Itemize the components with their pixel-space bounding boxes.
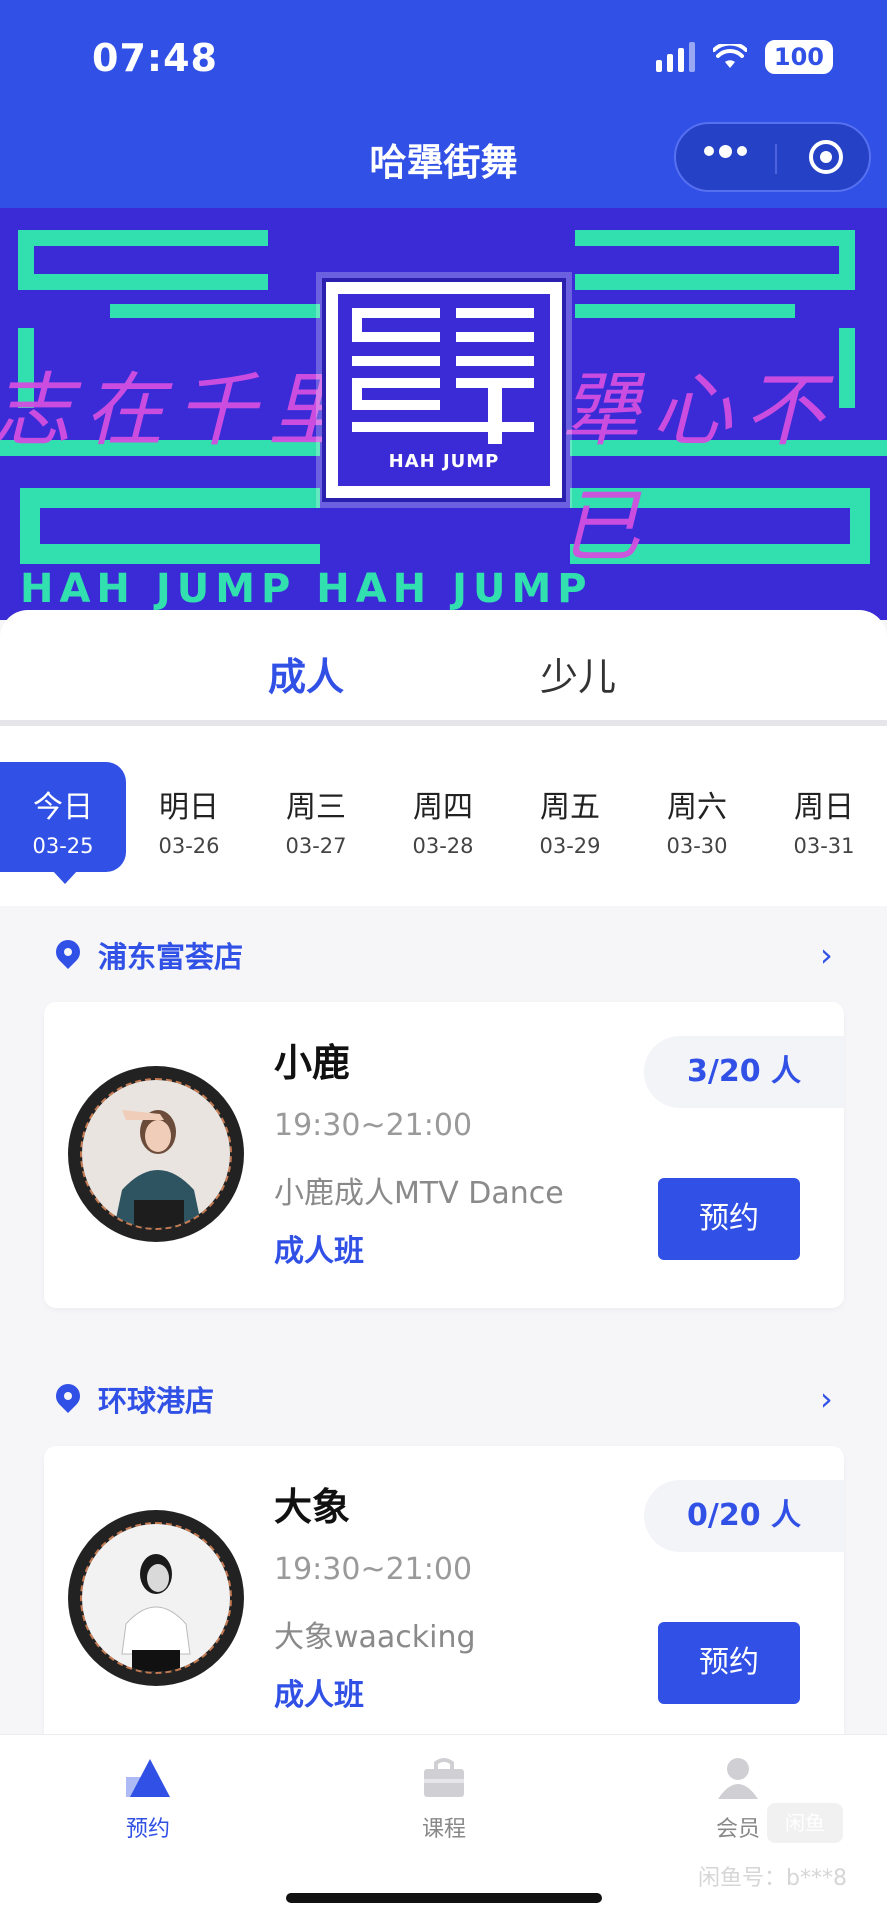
course-bag-icon — [424, 1758, 464, 1797]
status-icons: 100 — [655, 40, 833, 74]
class-card[interactable]: 大象 19:30~21:00 大象waacking 成人班 0/20 人 预约 — [44, 1446, 844, 1752]
chevron-right-icon[interactable]: › — [820, 1380, 833, 1418]
class-type: 成人班 — [274, 1678, 364, 1713]
date-value: 03-25 — [32, 834, 94, 858]
class-type: 成人班 — [274, 1234, 364, 1269]
book-button[interactable]: 预约 — [658, 1622, 800, 1704]
date-weekday: 周三 — [286, 790, 346, 825]
date-weekday: 周四 — [413, 790, 473, 825]
member-icon — [718, 1758, 758, 1799]
close-target-icon[interactable] — [809, 140, 843, 174]
book-button[interactable]: 预约 — [658, 1178, 800, 1260]
wifi-icon — [712, 44, 747, 68]
banner-bottom-text: HAH JUMP HAH JUMP — [20, 566, 593, 612]
selected-date-pointer — [52, 870, 78, 884]
watermark-text: 闲鱼号：b***8 — [698, 1866, 847, 1891]
enrollment-count: 3/20 人 — [644, 1036, 844, 1108]
date-fri[interactable]: 周五 03-29 — [507, 782, 633, 858]
date-weekday: 今日 — [33, 790, 93, 825]
class-name: 小鹿成人MTV Dance — [274, 1176, 564, 1211]
nav-label: 课程 — [421, 1817, 466, 1842]
date-weekday: 周六 — [667, 790, 727, 825]
logo-text: HAH JUMP — [388, 451, 500, 472]
booking-icon — [126, 1759, 170, 1797]
date-selector: 今日 03-25 明日 03-26 周三 03-27 周四 03-28 周五 0… — [0, 726, 887, 906]
mini-program-capsule — [674, 122, 871, 192]
date-weekday: 周日 — [794, 790, 854, 825]
slogan-right: 犟心不已 — [560, 364, 836, 573]
location-pin-icon — [51, 1379, 85, 1413]
store-name: 浦东富荟店 — [98, 940, 244, 974]
date-weekday: 明日 — [159, 790, 219, 825]
date-tomorrow[interactable]: 明日 03-26 — [126, 782, 252, 858]
watermark-badge: 闲鱼 — [767, 1803, 843, 1843]
capsule-divider — [775, 144, 777, 174]
location-pin-icon — [51, 935, 85, 969]
category-tabs: 成人 少儿 — [0, 610, 887, 728]
date-value: 03-30 — [666, 834, 728, 858]
date-sat[interactable]: 周六 03-30 — [634, 782, 760, 858]
date-today[interactable]: 今日 03-25 — [0, 782, 126, 858]
home-indicator[interactable] — [286, 1893, 602, 1903]
battery-indicator: 100 — [764, 40, 833, 74]
chevron-right-icon[interactable]: › — [820, 936, 833, 974]
date-sun[interactable]: 周日 03-31 — [761, 782, 887, 858]
tab-kids[interactable]: 少儿 — [540, 646, 616, 701]
date-value: 03-28 — [412, 834, 474, 858]
teacher-name: 大象 — [274, 1485, 351, 1529]
date-weekday: 周五 — [540, 790, 600, 825]
date-value: 03-26 — [158, 834, 220, 858]
app-header: 07:48 100 哈犟街舞 — [0, 0, 887, 208]
status-time: 07:48 — [92, 36, 218, 80]
date-thu[interactable]: 周四 03-28 — [380, 782, 506, 858]
date-value: 03-29 — [539, 834, 601, 858]
more-icon[interactable] — [704, 145, 747, 158]
class-name: 大象waacking — [274, 1620, 476, 1655]
brand-logo: HAH JUMP — [322, 278, 566, 502]
signal-icon — [655, 42, 695, 72]
date-value: 03-31 — [793, 834, 855, 858]
store-name: 环球港店 — [98, 1384, 215, 1418]
class-time: 19:30~21:00 — [274, 1108, 473, 1143]
slogan-left: 志在千里 — [0, 364, 360, 457]
hero-banner: 志在千里 犟心不已 HAH JUMP HAH JUMP HAH JUMP — [0, 208, 887, 620]
class-card[interactable]: 小鹿 19:30~21:00 小鹿成人MTV Dance 成人班 3/20 人 … — [44, 1002, 844, 1308]
teacher-avatar — [68, 1510, 244, 1686]
enrollment-count: 0/20 人 — [644, 1480, 844, 1552]
date-value: 03-27 — [285, 834, 347, 858]
teacher-avatar — [68, 1066, 244, 1242]
teacher-name: 小鹿 — [274, 1041, 351, 1085]
tab-adult[interactable]: 成人 — [268, 646, 344, 701]
class-time: 19:30~21:00 — [274, 1552, 473, 1587]
date-wed[interactable]: 周三 03-27 — [253, 782, 379, 858]
nav-label: 预约 — [125, 1817, 170, 1842]
